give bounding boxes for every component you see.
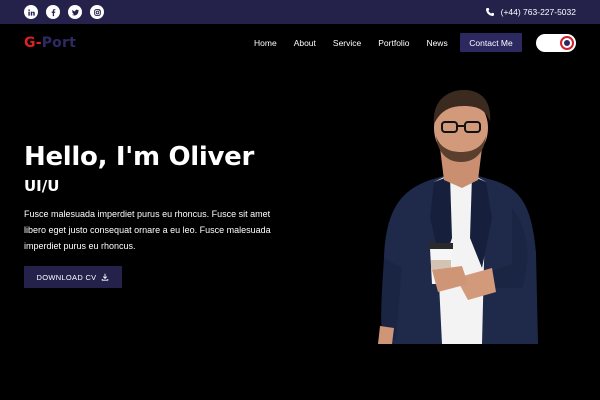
nav-links: Home About Service Portfolio News: [254, 24, 465, 62]
contact-me-button[interactable]: Contact Me: [460, 33, 522, 52]
hero-title: Hello, I'm Oliver: [24, 142, 255, 172]
facebook-icon[interactable]: [46, 5, 60, 19]
theme-toggle[interactable]: [536, 34, 576, 52]
social-links: [24, 5, 104, 19]
download-icon: [102, 273, 109, 281]
profile-photo: [378, 90, 538, 344]
main-navigation: G-Port Home About Service Portfolio News…: [0, 24, 600, 62]
twitter-icon[interactable]: [68, 5, 82, 19]
hero-subtitle: UI/U: [24, 177, 60, 195]
logo-suffix: Port: [41, 35, 76, 51]
linkedin-icon[interactable]: [24, 5, 38, 19]
phone-contact[interactable]: (+44) 763-227-5032: [485, 7, 576, 17]
logo-prefix: G-: [24, 35, 42, 51]
download-cv-button[interactable]: DOWNLOAD CV: [24, 266, 122, 288]
nav-link-service[interactable]: Service: [333, 38, 361, 48]
toggle-knob: [560, 36, 574, 50]
instagram-icon[interactable]: [90, 5, 104, 19]
nav-link-portfolio[interactable]: Portfolio: [378, 38, 409, 48]
hero-description: Fusce malesuada imperdiet purus eu rhonc…: [24, 209, 271, 251]
nav-link-news[interactable]: News: [426, 38, 447, 48]
phone-icon: [485, 8, 494, 16]
phone-number: (+44) 763-227-5032: [500, 7, 576, 17]
top-bar: (+44) 763-227-5032: [0, 0, 600, 24]
site-logo[interactable]: G-Port: [24, 35, 76, 51]
nav-link-about[interactable]: About: [294, 38, 316, 48]
download-cv-label: DOWNLOAD CV: [36, 272, 97, 282]
nav-link-home[interactable]: Home: [254, 38, 277, 48]
